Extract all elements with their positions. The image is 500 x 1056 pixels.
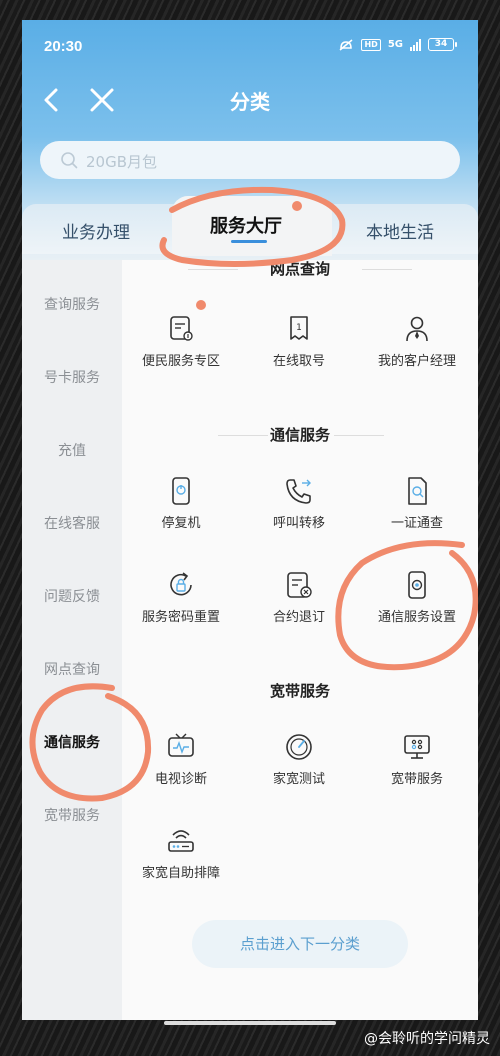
status-icons: HD 5G 34 [338,38,457,51]
grid-item-label: 便民服务专区 [141,354,220,369]
router-icon [168,830,194,852]
sidebar-item-query[interactable]: 查询服务 [22,294,122,314]
tab-local-life[interactable]: 本地生活 [366,218,434,243]
grid-item-suspend-resume[interactable]: 停复机 [122,476,240,531]
phone-settings-icon [408,571,426,599]
section-divider [188,269,238,270]
broadband-icon [404,735,430,759]
home-indicator[interactable] [164,1021,336,1025]
nav-bar: 分类 [22,78,478,122]
search-placeholder: 20GB月包 [86,153,158,171]
contract-cancel-icon [287,572,312,598]
grid-item-label: 一证通查 [390,516,443,531]
grid-item-label: 呼叫转移 [272,516,325,531]
hd-badge: HD [361,38,381,51]
grid-item-communication-settings[interactable]: 通信服务设置 [358,570,476,625]
phone-screen: 20:30 HD 5G 34 分类 20GB月包 业务办理 服务大厅 本地生活 … [22,20,478,1020]
sidebar-item-online-support[interactable]: 在线客服 [22,513,122,533]
grid-item-label: 在线取号 [272,354,325,369]
sidebar-item-recharge[interactable]: 充值 [22,440,122,460]
grid-item-label: 我的客户经理 [377,354,456,369]
grid-item-home-speedtest[interactable]: 家宽测试 [240,732,358,787]
page-title: 分类 [230,90,270,114]
id-search-icon [408,477,427,505]
sidebar-item-feedback[interactable]: 问题反馈 [22,586,122,606]
grid-item-tv-diagnose[interactable]: 电视诊断 [122,732,240,787]
grid-item-label: 合约退订 [272,610,325,625]
grid-item-label: 家宽自助排障 [141,866,220,881]
annotation-dot [292,201,302,211]
status-bar: 20:30 HD 5G 34 [22,20,478,72]
tab-bar: 业务办理 服务大厅 本地生活 [22,196,478,256]
status-time: 20:30 [44,38,83,55]
watermark: @会聆听的学问精灵 [364,1031,490,1047]
tv-diagnose-icon [168,733,194,757]
grid-item-password-reset[interactable]: 服务密码重置 [122,570,240,625]
grid-item-label: 服务密码重置 [141,610,220,625]
grid-item-label: 家宽测试 [272,772,325,787]
grid-item-convenience[interactable]: 便民服务专区 [122,314,240,369]
category-content: 网点查询 便民服务专区 1 在线取号 我的客户经理 通信服务 停复机 呼叫转移 [122,260,478,1020]
mute-icon [338,38,354,51]
network-label: 5G [387,38,403,50]
grid-item-call-forward[interactable]: 呼叫转移 [240,476,358,531]
grid-item-label: 宽带服务 [390,772,443,787]
grid-item-take-number[interactable]: 1 在线取号 [240,314,358,369]
call-forward-icon [286,479,311,504]
ticket-icon: 1 [290,316,308,340]
category-sidebar: 查询服务 号卡服务 充值 在线客服 问题反馈 网点查询 通信服务 宽带服务 [22,260,122,1020]
section-title: 通信服务 [269,426,330,444]
section-title: 宽带服务 [269,682,330,700]
section-title: 网点查询 [269,260,330,278]
sidebar-item-sim[interactable]: 号卡服务 [22,367,122,387]
search-input[interactable]: 20GB月包 [40,141,460,179]
annotation-dot [196,300,206,310]
grid-item-label: 电视诊断 [154,772,207,787]
tab-active-indicator [231,240,267,243]
grid-item-self-troubleshoot[interactable]: 家宽自助排障 [122,826,240,881]
grid-item-contract-cancel[interactable]: 合约退订 [240,570,358,625]
manager-icon [406,316,428,342]
grid-item-id-check[interactable]: 一证通查 [358,476,476,531]
section-divider [362,269,412,270]
svg-text:1: 1 [296,323,302,333]
phone-power-icon [172,477,190,505]
search-icon [61,152,78,169]
next-category-button[interactable]: 点击进入下一分类 [192,920,408,968]
lock-reset-icon [170,572,192,596]
section-divider [334,435,384,436]
grid-item-label: 通信服务设置 [377,610,456,625]
tab-business[interactable]: 业务办理 [62,218,130,243]
grid-item-label: 停复机 [161,516,201,531]
signal-icon [410,38,421,51]
tab-service-hall[interactable]: 服务大厅 [210,212,282,238]
grid-item-broadband-service[interactable]: 宽带服务 [358,732,476,787]
grid-item-account-manager[interactable]: 我的客户经理 [358,314,476,369]
sidebar-item-communication[interactable]: 通信服务 [22,732,122,752]
section-divider [218,435,268,436]
service-card-icon [170,316,193,341]
battery-icon: 34 [428,38,457,51]
sidebar-item-broadband[interactable]: 宽带服务 [22,805,122,825]
sidebar-item-outlet[interactable]: 网点查询 [22,659,122,679]
speedtest-icon [286,734,312,760]
